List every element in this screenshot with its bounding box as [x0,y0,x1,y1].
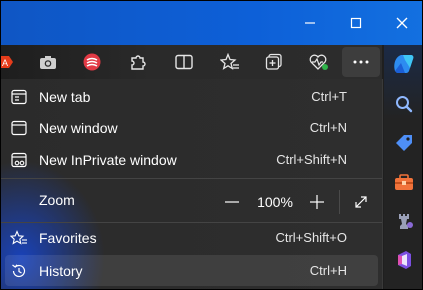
inprivate-icon [10,151,28,169]
menu-item-history[interactable]: History Ctrl+H [5,255,378,286]
copilot-icon[interactable] [390,50,418,76]
toolbox-icon[interactable] [392,170,416,194]
split-screen-icon[interactable] [171,50,197,74]
more-icon[interactable] [342,47,380,77]
office-icon[interactable] [392,248,416,272]
history-icon [10,262,28,280]
maximize-icon[interactable] [334,1,378,45]
title-bar [1,1,422,45]
new-tab-icon [10,88,28,106]
extension-red-icon[interactable] [79,50,105,74]
zoom-in-button[interactable] [302,185,332,219]
menu-item-shortcut: Ctrl+H [309,263,347,278]
browser-toolbar: A [1,45,382,79]
menu-divider [1,178,382,179]
zoom-divider [339,190,340,214]
browser-window: A New tab Ctrl+T New window Ctrl+N New I… [0,0,423,290]
menu-item-shortcut: Ctrl+Shift+N [276,152,347,167]
collections-icon[interactable] [261,50,287,74]
svg-text:A: A [2,58,8,68]
menu-item-label: New window [39,119,118,136]
chess-icon[interactable] [392,209,416,233]
menu-item-new-inprivate-window[interactable]: New InPrivate window Ctrl+Shift+N [1,144,382,175]
tag-icon[interactable] [392,131,416,155]
close-icon[interactable] [380,1,422,45]
menu-item-label: New InPrivate window [39,151,177,168]
minimize-icon[interactable] [288,1,332,45]
menu-item-new-tab[interactable]: New tab Ctrl+T [1,81,382,112]
acrobat-icon[interactable]: A [1,50,19,74]
search-icon[interactable] [392,92,416,116]
menu-item-label: History [39,262,83,279]
menu-item-label: New tab [39,88,91,105]
menu-item-shortcut: Ctrl+Shift+O [275,230,347,245]
favorites-icon[interactable] [217,50,243,74]
menu-item-favorites[interactable]: Favorites Ctrl+Shift+O [1,222,382,253]
menu-item-label: Favorites [39,229,97,246]
camera-icon[interactable] [35,50,61,74]
fullscreen-icon[interactable] [346,185,376,219]
extensions-icon[interactable] [125,50,151,74]
new-window-icon [10,119,28,137]
zoom-value: 100% [257,194,293,210]
zoom-out-button[interactable] [217,185,247,219]
edge-sidebar [384,45,422,289]
browser-essentials-icon[interactable] [306,50,332,74]
settings-menu: New tab Ctrl+T New window Ctrl+N New InP… [1,79,383,289]
favorites-icon [10,229,28,247]
menu-item-shortcut: Ctrl+N [309,120,347,135]
menu-item-new-window[interactable]: New window Ctrl+N [1,112,382,143]
zoom-label: Zoom [39,192,75,208]
menu-item-shortcut: Ctrl+T [311,89,347,104]
